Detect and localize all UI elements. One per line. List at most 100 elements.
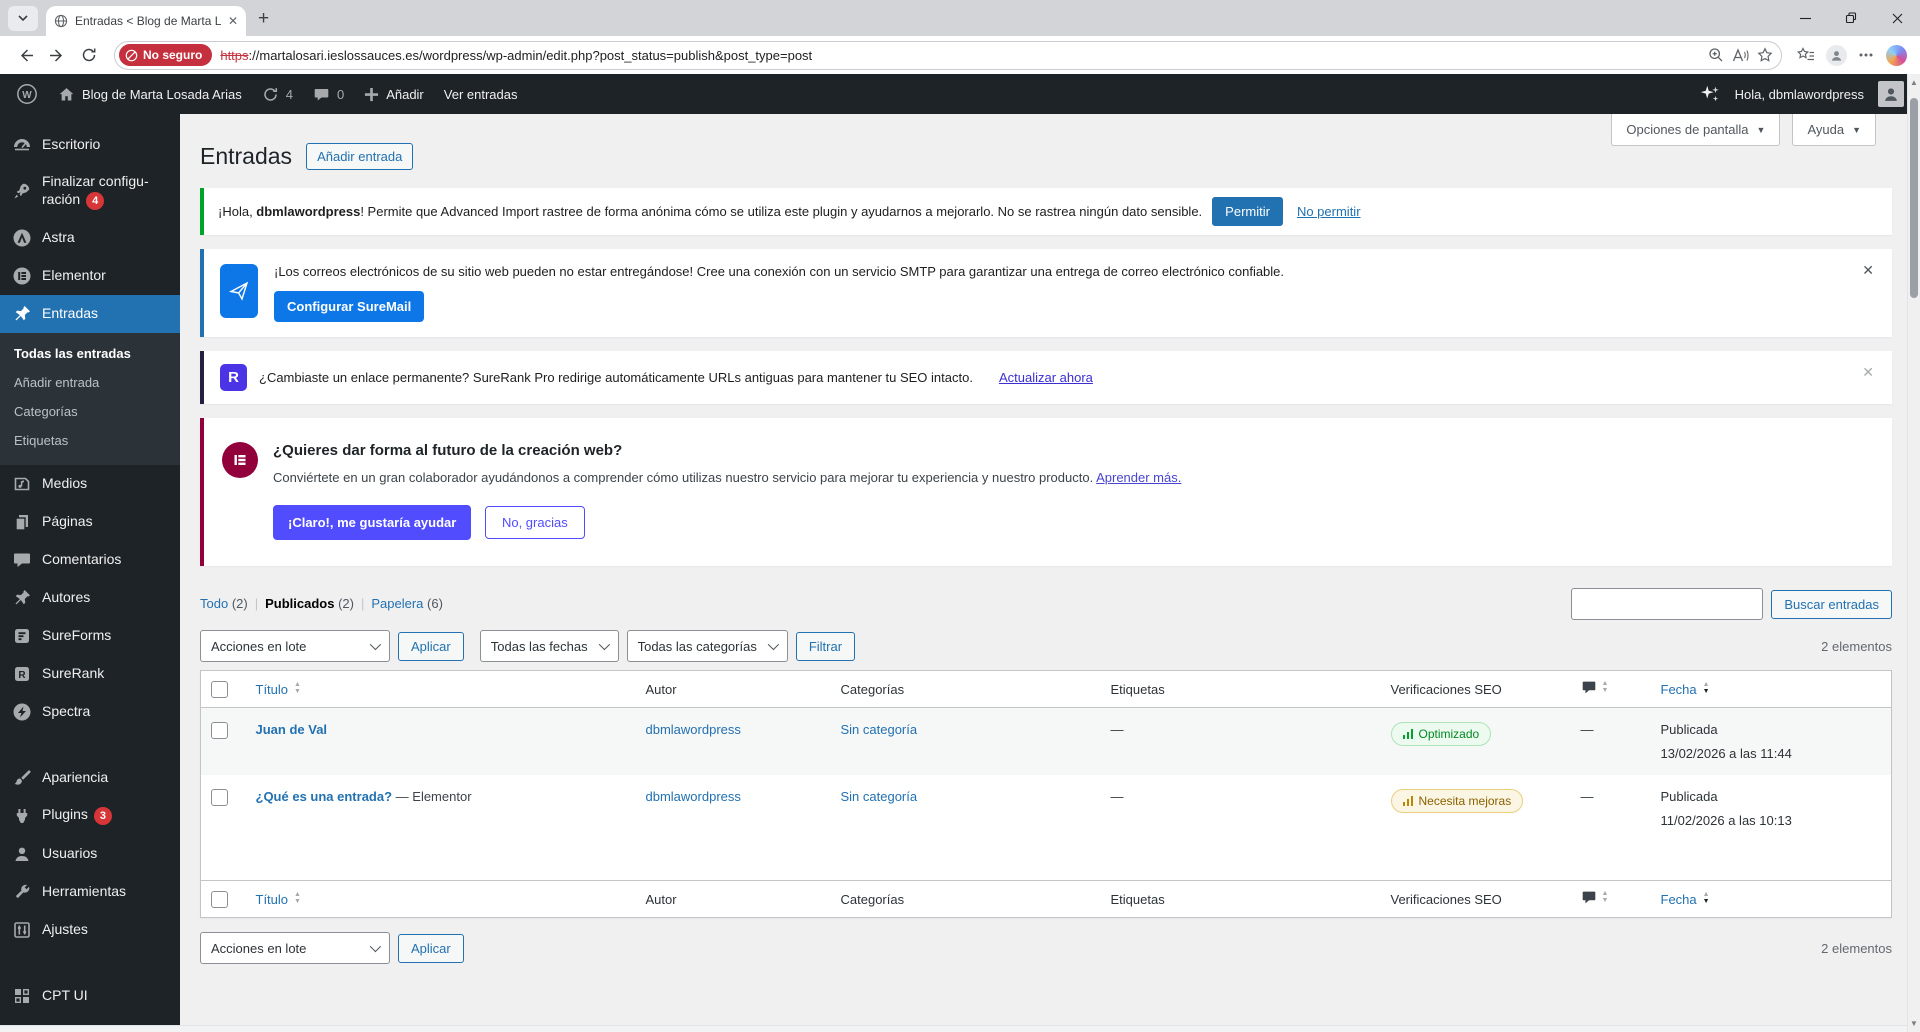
new-tab-button[interactable]: + xyxy=(258,9,269,28)
search-posts-button[interactable]: Buscar entradas xyxy=(1771,589,1892,619)
sidebar-item-usuarios[interactable]: Usuarios xyxy=(0,835,180,873)
search-posts-input[interactable] xyxy=(1571,588,1764,620)
scroll-up-arrow[interactable]: ▲ xyxy=(1908,78,1920,87)
vertical-scrollbar[interactable]: ▲ ▼ xyxy=(1907,74,1920,1032)
post-title-link[interactable]: Juan de Val xyxy=(256,722,328,737)
post-category-link[interactable]: Sin categoría xyxy=(841,789,918,804)
sort-comments-header[interactable]: ▲ ▼ xyxy=(1581,680,1608,695)
table-footer-row: Título ▲ ▼ Autor Categorías Etiquetas Veri… xyxy=(200,880,1892,918)
favorite-star-icon[interactable] xyxy=(1757,47,1773,63)
sidebar-item-elementor[interactable]: Elementor xyxy=(0,257,180,295)
learn-more-link[interactable]: Aprender más. xyxy=(1096,470,1181,485)
sidebar-item-herramientas[interactable]: Herramientas xyxy=(0,873,180,911)
forward-button[interactable] xyxy=(42,40,72,70)
select-all-checkbox[interactable] xyxy=(211,680,228,698)
filter-published-current[interactable]: Publicados xyxy=(265,596,334,611)
bulk-actions-select[interactable]: Acciones en lote xyxy=(200,630,390,662)
favorites-bar-icon[interactable] xyxy=(1792,41,1820,69)
sort-date-header[interactable]: Fecha ▲ ▼ xyxy=(1661,682,1710,697)
update-now-link[interactable]: Actualizar ahora xyxy=(999,370,1093,385)
allow-tracking-button[interactable]: Permitir xyxy=(1212,197,1283,226)
security-badge[interactable]: No seguro xyxy=(119,44,213,66)
help-button[interactable]: Ayuda ▼ xyxy=(1792,114,1876,146)
dates-filter-select[interactable]: Todas las fechas xyxy=(479,630,619,662)
post-author-link[interactable]: dbmlawordpress xyxy=(646,722,741,737)
categories-filter-select[interactable]: Todas las categorías xyxy=(626,630,788,662)
sort-title-header[interactable]: Título ▲ ▼ xyxy=(256,682,301,697)
sidebar-item-paginas[interactable]: Páginas xyxy=(0,503,180,541)
bulk-actions-select-bottom[interactable]: Acciones en lote xyxy=(200,932,390,964)
sidebar-item-escritorio[interactable]: Escritorio xyxy=(0,126,180,164)
deny-tracking-link[interactable]: No permitir xyxy=(1297,204,1361,219)
sidebar-item-autores[interactable]: Autores xyxy=(0,579,180,617)
zoom-icon[interactable] xyxy=(1708,47,1724,63)
screen-options-button[interactable]: Opciones de pantalla ▼ xyxy=(1611,114,1781,146)
sidebar-item-label: SureForms xyxy=(42,626,112,643)
sidebar-item-entradas[interactable]: Entradas xyxy=(0,294,180,333)
browser-profile-avatar[interactable] xyxy=(1822,41,1850,69)
submenu-todas-las-entradas[interactable]: Todas las entradas xyxy=(0,339,180,368)
sparkles-icon[interactable] xyxy=(1699,83,1721,105)
sidebar-item-apariencia[interactable]: Apariencia xyxy=(0,759,180,797)
window-close-button[interactable] xyxy=(1874,0,1920,36)
select-all-checkbox[interactable] xyxy=(211,890,228,908)
advanced-import-notice: ¡Hola, dbmlawordpress! Permite que Advan… xyxy=(200,188,1892,235)
howdy-greeting[interactable]: Hola, dbmlawordpress xyxy=(1735,87,1864,102)
scrollbar-thumb[interactable] xyxy=(1910,98,1918,298)
horizontal-scrollbar[interactable] xyxy=(0,1025,1907,1032)
tab-search-button[interactable] xyxy=(8,5,38,31)
entradas-submenu: Todas las entradas Añadir entrada Catego… xyxy=(0,332,180,465)
add-new-post-button[interactable]: Añadir entrada xyxy=(306,142,414,170)
view-posts-link[interactable]: Ver entradas xyxy=(444,87,518,102)
submenu-anadir-entrada[interactable]: Añadir entrada xyxy=(0,368,180,397)
tab-close-icon[interactable]: ✕ xyxy=(228,15,238,27)
row-checkbox[interactable] xyxy=(211,789,228,807)
browser-tab[interactable]: Entradas < Blog de Marta Losada ✕ xyxy=(46,6,246,36)
sidebar-item-sureforms[interactable]: SureForms xyxy=(0,617,180,655)
refresh-button[interactable] xyxy=(74,40,104,70)
sidebar-item-astra[interactable]: Astra xyxy=(0,219,180,257)
post-author-link[interactable]: dbmlawordpress xyxy=(646,789,741,804)
scroll-down-arrow[interactable]: ▼ xyxy=(1908,1019,1920,1028)
post-title-link[interactable]: ¿Qué es una entrada? xyxy=(256,789,393,804)
sidebar-item-comentarios[interactable]: Comentarios xyxy=(0,541,180,579)
browser-menu-icon[interactable] xyxy=(1852,41,1880,69)
sidebar-item-plugins[interactable]: Plugins 3 xyxy=(0,797,180,835)
sidebar-item-ajustes[interactable]: Ajustes xyxy=(0,911,180,949)
window-minimize-button[interactable] xyxy=(1782,0,1828,36)
new-content-menu[interactable]: Añadir xyxy=(364,87,424,102)
window-restore-button[interactable] xyxy=(1828,0,1874,36)
updates-menu[interactable]: 4 xyxy=(262,86,293,103)
copilot-icon[interactable] xyxy=(1882,41,1910,69)
address-bar[interactable]: No seguro https://martalosari.ieslossauc… xyxy=(114,40,1782,70)
configure-suremail-button[interactable]: Configurar SureMail xyxy=(274,291,425,322)
sidebar-item-spectra[interactable]: Spectra xyxy=(0,693,180,731)
sidebar-item-surerank[interactable]: R SureRank xyxy=(0,655,180,693)
sidebar-item-medios[interactable]: Medios xyxy=(0,465,180,503)
read-aloud-icon[interactable] xyxy=(1732,47,1749,63)
comments-menu[interactable]: 0 xyxy=(313,86,344,103)
sort-date-footer[interactable]: Fecha ▲ ▼ xyxy=(1661,892,1710,907)
sidebar-item-finalizar-configuracion[interactable]: Finalizar configu- ración 4 xyxy=(0,164,180,219)
elementor-accept-button[interactable]: ¡Claro!, me gustaría ayudar xyxy=(273,505,472,540)
elementor-decline-button[interactable]: No, gracias xyxy=(484,506,585,539)
post-category-link[interactable]: Sin categoría xyxy=(841,722,918,737)
sort-title-footer[interactable]: Título ▲ ▼ xyxy=(256,892,301,907)
sidebar-item-cpt-ui[interactable]: CPT UI xyxy=(0,977,180,1015)
row-checkbox[interactable] xyxy=(211,722,228,740)
filter-trash-link[interactable]: Papelera xyxy=(371,596,423,611)
back-button[interactable] xyxy=(10,40,40,70)
wp-logo-menu[interactable]: W xyxy=(16,83,38,105)
close-icon[interactable]: ✕ xyxy=(1862,364,1874,381)
close-icon[interactable]: ✕ xyxy=(1862,262,1874,279)
filter-all-link[interactable]: Todo xyxy=(200,596,228,611)
apply-bulk-button[interactable]: Aplicar xyxy=(398,631,464,661)
apply-bulk-button-bottom[interactable]: Aplicar xyxy=(398,933,464,963)
sort-comments-footer[interactable]: ▲ ▼ xyxy=(1581,890,1608,905)
submenu-etiquetas[interactable]: Etiquetas xyxy=(0,426,180,455)
filter-button[interactable]: Filtrar xyxy=(795,631,856,661)
site-name-menu[interactable]: Blog de Marta Losada Arias xyxy=(58,86,242,103)
tab-title: Entradas < Blog de Marta Losada xyxy=(75,14,221,28)
submenu-categorias[interactable]: Categorías xyxy=(0,397,180,426)
avatar[interactable] xyxy=(1878,81,1904,107)
